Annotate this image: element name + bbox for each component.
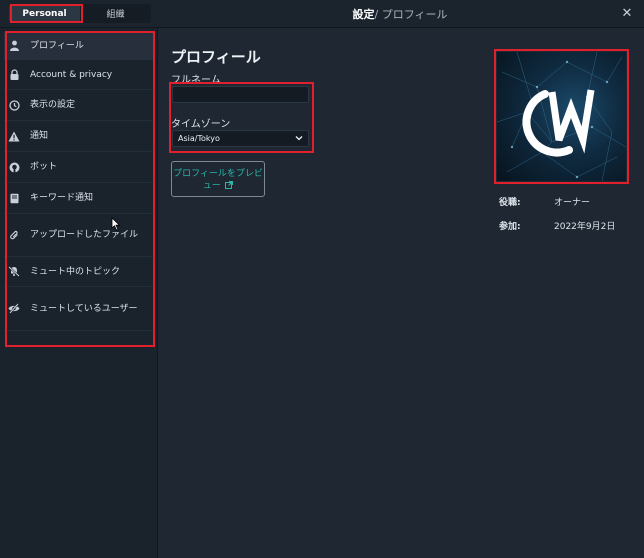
sidebar-item-label: ミュートしているユーザー: [30, 303, 138, 314]
lock-icon: [8, 69, 20, 81]
sidebar-item-notifications[interactable]: 通知: [4, 121, 154, 152]
clock-icon: [8, 99, 20, 111]
sidebar-item-profile[interactable]: プロフィール: [4, 32, 154, 60]
eye-slash-icon: [8, 303, 20, 315]
settings-tabs: Personal 組織: [9, 4, 151, 23]
top-bar: Personal 組織 設定 / プロフィール ✕: [0, 0, 644, 28]
preview-profile-button[interactable]: プロフィールをプレビュー: [171, 161, 265, 197]
sidebar: プロフィール Account & privacy 表示の設定 通知 ボット キー…: [0, 28, 158, 558]
sidebar-item-bots[interactable]: ボット: [4, 152, 154, 183]
book-icon: [8, 192, 20, 204]
avatar-logo-icon: [497, 52, 626, 181]
sidebar-item-label: 表示の設定: [30, 100, 76, 110]
sidebar-item-label: ボット: [30, 162, 58, 172]
tab-organization[interactable]: 組織: [80, 4, 151, 23]
fullname-input[interactable]: [172, 86, 309, 103]
timezone-value: Asia/Tokyo: [178, 134, 220, 143]
window-title: 設定 / プロフィール: [300, 0, 500, 28]
timezone-label: タイムゾーン: [171, 119, 231, 130]
joined-label: 参加:: [499, 222, 521, 232]
title-primary: 設定: [352, 8, 375, 21]
role-value: オーナー: [554, 198, 591, 208]
tab-personal[interactable]: Personal: [9, 4, 80, 23]
mouse-cursor-icon: [111, 217, 121, 231]
sidebar-item-account-privacy[interactable]: Account & privacy: [4, 60, 154, 90]
paperclip-icon: [8, 229, 20, 241]
avatar[interactable]: [497, 52, 626, 181]
bell-slash-icon: [8, 266, 20, 278]
sidebar-item-uploaded-files[interactable]: アップロードしたファイル: [4, 214, 154, 257]
page-title: プロフィール: [171, 48, 261, 66]
sidebar-item-label: 通知: [30, 131, 49, 141]
sidebar-item-muted-topics[interactable]: ミュート中のトピック: [4, 257, 154, 287]
user-icon: [8, 40, 20, 52]
sidebar-item-display-settings[interactable]: 表示の設定: [4, 90, 154, 121]
preview-button-label: プロフィールをプレビュー: [173, 168, 263, 190]
timezone-select[interactable]: Asia/Tokyo: [172, 130, 309, 147]
sidebar-item-muted-users[interactable]: ミュートしているユーザー: [4, 287, 154, 331]
sidebar-item-label: プロフィール: [30, 40, 84, 51]
warning-icon: [8, 130, 20, 142]
sidebar-item-keyword-notifications[interactable]: キーワード通知: [4, 183, 154, 214]
sidebar-item-label: キーワード通知: [30, 193, 94, 203]
sidebar-item-label: Account & privacy: [30, 69, 113, 80]
role-label: 役職:: [499, 198, 521, 208]
close-icon[interactable]: ✕: [620, 6, 634, 21]
github-icon: [8, 161, 20, 173]
sidebar-item-label: アップロードしたファイル: [30, 230, 139, 240]
title-secondary: / プロフィール: [374, 8, 448, 21]
joined-value: 2022年9月2日: [554, 222, 616, 232]
sidebar-item-label: ミュート中のトピック: [30, 266, 121, 277]
chevron-down-icon: [295, 134, 303, 143]
external-link-icon: [223, 180, 234, 190]
fullname-label: フルネーム: [171, 75, 221, 86]
